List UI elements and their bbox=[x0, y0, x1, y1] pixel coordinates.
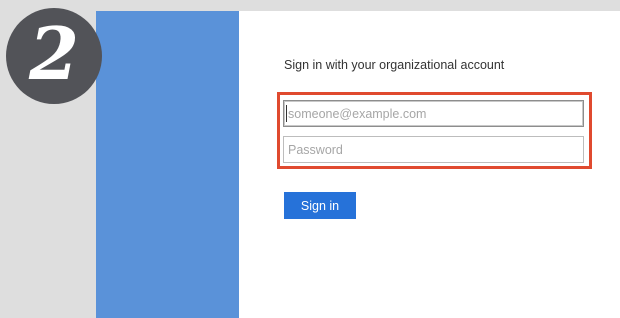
password-input[interactable] bbox=[283, 136, 584, 163]
sign-in-button[interactable]: Sign in bbox=[284, 192, 356, 219]
step-number: 2 bbox=[28, 11, 80, 96]
step-number-badge: 2 bbox=[6, 8, 102, 104]
signin-heading: Sign in with your organizational account bbox=[284, 58, 505, 72]
username-input[interactable] bbox=[283, 100, 584, 127]
branding-panel bbox=[96, 11, 239, 318]
text-caret bbox=[286, 105, 287, 122]
